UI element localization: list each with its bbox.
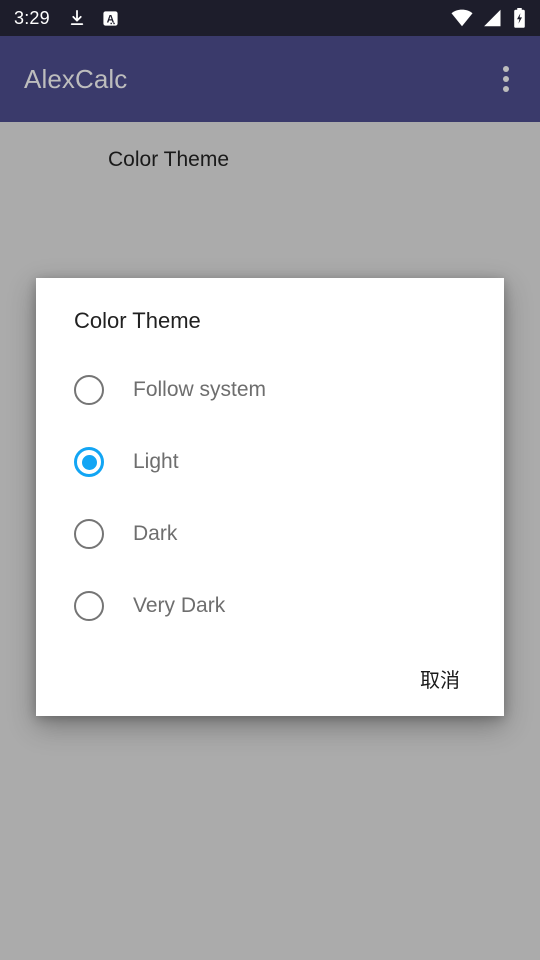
more-vert-dot [503, 86, 509, 92]
status-bar-right [450, 8, 526, 28]
radio-option-light[interactable]: Light [36, 426, 504, 498]
cellular-signal-icon [483, 9, 502, 27]
more-vert-dot [503, 76, 509, 82]
text-input-a-icon: A [102, 10, 119, 27]
status-bar: 3:29 A [0, 0, 540, 36]
dialog-title: Color Theme [74, 308, 201, 333]
radio-option-dark[interactable]: Dark [36, 498, 504, 570]
battery-charging-icon [513, 8, 526, 28]
radio-option-follow-system[interactable]: Follow system [36, 354, 504, 426]
theme-options-radio-group: Follow system Light Dark Very Dark [36, 354, 504, 642]
status-bar-clock: 3:29 [14, 7, 50, 28]
radio-button-unchecked-icon[interactable] [74, 519, 104, 549]
radio-button-checked-icon[interactable] [74, 447, 104, 477]
setting-item-color-theme-label: Color Theme [108, 148, 229, 171]
radio-button-unchecked-icon[interactable] [74, 375, 104, 405]
more-vert-dot [503, 66, 509, 72]
more-vert-icon[interactable] [490, 59, 522, 99]
radio-button-unchecked-icon[interactable] [74, 591, 104, 621]
download-icon [68, 9, 102, 27]
app-title: AlexCalc [24, 63, 128, 94]
wifi-icon [450, 9, 474, 27]
app-bar: AlexCalc [0, 36, 540, 122]
color-theme-dialog: Color Theme Follow system Light Dark Ver… [36, 278, 504, 716]
radio-option-label: Dark [133, 522, 178, 545]
phone-screen: 3:29 A AlexCalc Color Theme Color Theme … [0, 0, 540, 960]
status-bar-left: 3:29 A [14, 8, 450, 29]
radio-option-label: Follow system [133, 378, 267, 401]
radio-option-label: Very Dark [133, 594, 226, 617]
cancel-button[interactable]: 取消 [406, 654, 474, 703]
dialog-action-bar: 取消 [36, 640, 504, 716]
radio-option-very-dark[interactable]: Very Dark [36, 570, 504, 642]
radio-option-label: Light [133, 450, 179, 473]
